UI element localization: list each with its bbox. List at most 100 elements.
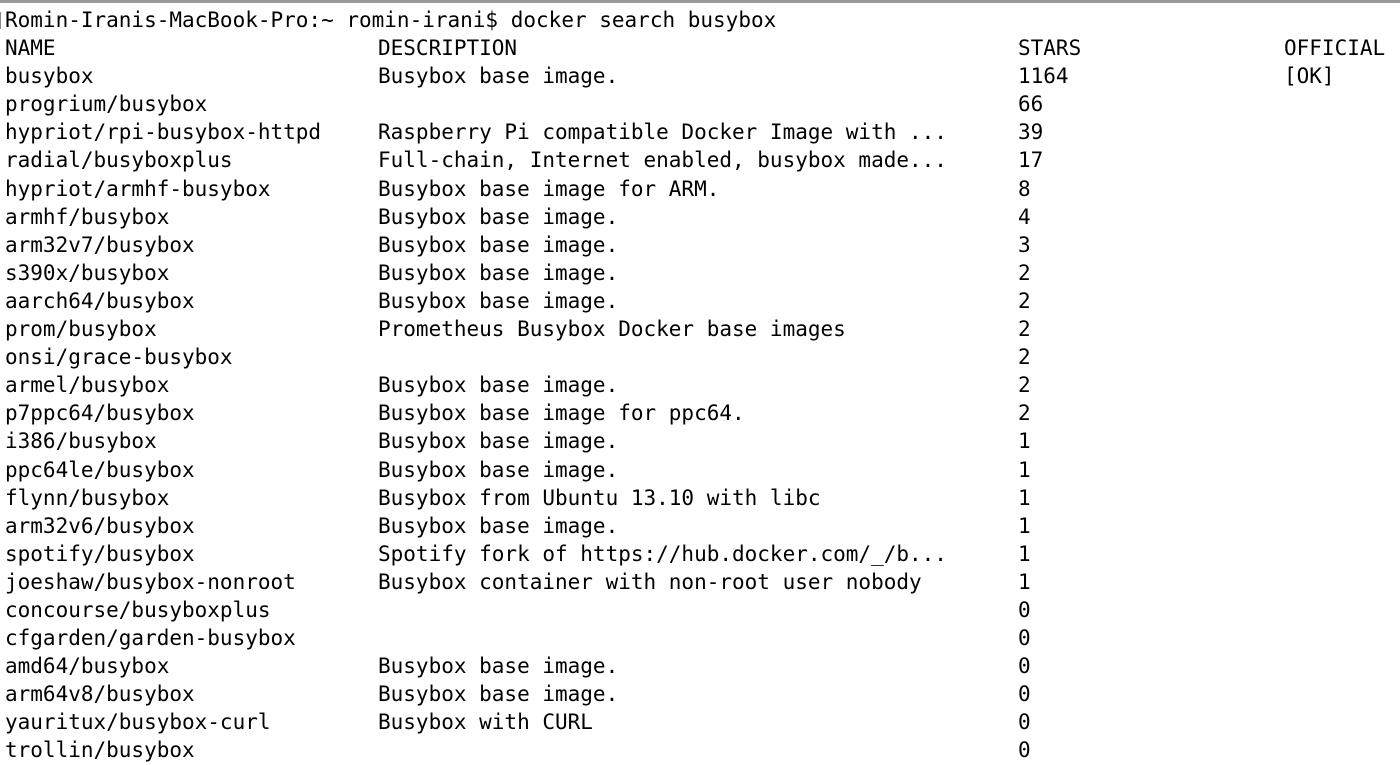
row-stars: 1 xyxy=(1018,485,1031,510)
row-stars: 0 xyxy=(1018,654,1031,679)
table-row: cfgarden/garden-busybox 0 xyxy=(0,624,1400,652)
row-description: Busybox base image. xyxy=(378,373,619,398)
row-stars: 39 xyxy=(1018,120,1044,145)
row-name: busybox xyxy=(5,64,94,89)
table-row: flynn/busybox Busybox from Ubuntu 13.10 w… xyxy=(0,484,1400,512)
row-stars: 1 xyxy=(1018,429,1031,454)
table-row: hypriot/rpi-busybox-httpd Raspberry Pi co… xyxy=(0,118,1400,146)
terminal-window[interactable]: Romin-Iranis-MacBook-Pro:~ romin-irani$ … xyxy=(0,6,1400,765)
table-row: arm32v7/busybox Busybox base image. 3 xyxy=(0,231,1400,259)
row-description: Busybox base image. xyxy=(378,457,619,482)
table-row: spotify/busybox Spotify fork of https://h… xyxy=(0,540,1400,568)
row-name: concourse/busyboxplus xyxy=(5,597,271,622)
command-text: Romin-Iranis-MacBook-Pro:~ romin-irani$ … xyxy=(5,6,776,34)
row-description: Busybox base image. xyxy=(378,64,619,89)
table-row: armel/busybox Busybox base image. 2 xyxy=(0,371,1400,399)
row-stars: 1 xyxy=(1018,541,1031,566)
row-name: hypriot/rpi-busybox-httpd xyxy=(5,120,322,145)
table-row: arm64v8/busybox Busybox base image. 0 xyxy=(0,680,1400,708)
row-description: Raspberry Pi compatible Docker Image wit… xyxy=(378,120,947,145)
row-description: Busybox base image. xyxy=(378,260,619,285)
row-name: radial/busyboxplus xyxy=(5,148,233,173)
row-description: Prometheus Busybox Docker base images xyxy=(378,317,846,342)
row-stars: 1164 xyxy=(1018,64,1069,89)
row-description: Busybox base image. xyxy=(378,654,619,679)
table-row: concourse/busyboxplus 0 xyxy=(0,596,1400,624)
table-row: arm32v6/busybox Busybox base image. 1 xyxy=(0,512,1400,540)
row-description: Busybox base image for ARM. xyxy=(378,176,720,201)
row-name: ppc64le/busybox xyxy=(5,457,195,482)
row-description: Spotify fork of https://hub.docker.com/_… xyxy=(378,541,947,566)
row-name: arm32v6/busybox xyxy=(5,513,195,538)
row-name: i386/busybox xyxy=(5,429,157,454)
row-name: spotify/busybox xyxy=(5,541,195,566)
row-stars: 2 xyxy=(1018,373,1031,398)
row-stars: 66 xyxy=(1018,92,1044,117)
header-name: NAME xyxy=(5,36,56,61)
row-name: onsi/grace-busybox xyxy=(5,345,233,370)
row-name: joeshaw/busybox-nonroot xyxy=(5,569,296,594)
row-stars: 2 xyxy=(1018,288,1031,313)
table-row: aarch64/busybox Busybox base image. 2 xyxy=(0,287,1400,315)
row-name: progrium/busybox xyxy=(5,92,208,117)
row-stars: 8 xyxy=(1018,176,1031,201)
row-stars: 3 xyxy=(1018,232,1031,257)
table-row: busybox Busybox base image. 1164 [OK] xyxy=(0,62,1400,90)
row-stars: 0 xyxy=(1018,738,1031,763)
row-stars: 17 xyxy=(1018,148,1044,173)
row-description: Full-chain, Internet enabled, busybox ma… xyxy=(378,148,947,173)
row-stars: 1 xyxy=(1018,513,1031,538)
row-description: Busybox from Ubuntu 13.10 with libc xyxy=(378,485,821,510)
row-name: yauritux/busybox-curl xyxy=(5,710,271,735)
row-description: Busybox base image for ppc64. xyxy=(378,401,745,426)
table-row: prom/busybox Prometheus Busybox Docker ba… xyxy=(0,315,1400,343)
row-description: Busybox with CURL xyxy=(378,710,593,735)
row-stars: 1 xyxy=(1018,457,1031,482)
row-name: armhf/busybox xyxy=(5,204,170,229)
header-stars: STARS xyxy=(1018,36,1082,61)
row-name: arm32v7/busybox xyxy=(5,232,195,257)
header-description: DESCRIPTION xyxy=(378,36,518,61)
table-row: amd64/busybox Busybox base image. 0 xyxy=(0,652,1400,680)
row-stars: 1 xyxy=(1018,569,1031,594)
table-row: onsi/grace-busybox 2 xyxy=(0,343,1400,371)
table-row: hypriot/armhf-busybox Busybox base image … xyxy=(0,175,1400,203)
row-stars: 0 xyxy=(1018,710,1031,735)
row-description: Busybox base image. xyxy=(378,232,619,257)
table-header-row: NAME DESCRIPTION STARS OFFICIAL xyxy=(0,34,1400,62)
row-name: trollin/busybox xyxy=(5,738,195,763)
table-row: armhf/busybox Busybox base image. 4 xyxy=(0,203,1400,231)
row-name: arm64v8/busybox xyxy=(5,682,195,707)
table-row: s390x/busybox Busybox base image. 2 xyxy=(0,259,1400,287)
row-stars: 2 xyxy=(1018,401,1031,426)
row-name: s390x/busybox xyxy=(5,260,170,285)
row-official: [OK] xyxy=(1284,64,1335,89)
row-name: amd64/busybox xyxy=(5,654,170,679)
cursor-marker xyxy=(0,12,1,29)
row-stars: 2 xyxy=(1018,345,1031,370)
table-row: i386/busybox Busybox base image. 1 xyxy=(0,427,1400,455)
shell-prompt: Romin-Iranis-MacBook-Pro:~ romin-irani$ xyxy=(5,8,499,32)
row-stars: 0 xyxy=(1018,626,1031,651)
row-name: aarch64/busybox xyxy=(5,288,195,313)
row-stars: 4 xyxy=(1018,204,1031,229)
command-line: Romin-Iranis-MacBook-Pro:~ romin-irani$ … xyxy=(0,6,1400,34)
row-stars: 0 xyxy=(1018,597,1031,622)
row-description: Busybox base image. xyxy=(378,204,619,229)
row-name: hypriot/armhf-busybox xyxy=(5,176,271,201)
table-row: ppc64le/busybox Busybox base image. 1 xyxy=(0,456,1400,484)
row-description: Busybox base image. xyxy=(378,682,619,707)
table-row: joeshaw/busybox-nonroot Busybox container… xyxy=(0,568,1400,596)
row-name: p7ppc64/busybox xyxy=(5,401,195,426)
table-row: yauritux/busybox-curl Busybox with CURL 0 xyxy=(0,708,1400,736)
row-description: Busybox container with non-root user nob… xyxy=(378,569,922,594)
table-row: trollin/busybox 0 xyxy=(0,736,1400,764)
table-row: progrium/busybox 66 xyxy=(0,90,1400,118)
row-description: Busybox base image. xyxy=(378,513,619,538)
row-description: Busybox base image. xyxy=(378,288,619,313)
table-row: p7ppc64/busybox Busybox base image for pp… xyxy=(0,399,1400,427)
row-name: armel/busybox xyxy=(5,373,170,398)
header-official: OFFICIAL xyxy=(1284,36,1386,61)
row-description: Busybox base image. xyxy=(378,429,619,454)
row-name: prom/busybox xyxy=(5,317,157,342)
